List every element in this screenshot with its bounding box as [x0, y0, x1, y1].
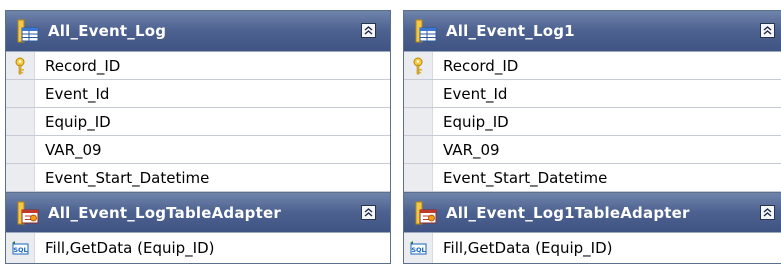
collapse-button[interactable] — [760, 205, 775, 220]
query-method: Fill,GetData (Equip_ID) — [45, 239, 215, 257]
collapse-chevrons-icon — [364, 26, 373, 35]
column-list: Record_ID Event_Id Equip_ID VAR_09 Event… — [6, 51, 390, 192]
column-name: Event_Start_Datetime — [443, 168, 608, 187]
column-list: Record_ID Event_Id Equip_ID VAR_09 Event… — [404, 51, 781, 192]
sql-query-icon: SQL — [12, 241, 29, 255]
dataset-table-panel[interactable]: All_Event_Log Record_ID Event_Id Equip_I… — [5, 10, 391, 264]
table-adapter-title: All_Event_LogTableAdapter — [48, 203, 281, 222]
column-name: Record_ID — [45, 56, 121, 75]
column-name: Equip_ID — [443, 112, 509, 131]
column-name: Event_Id — [443, 84, 508, 103]
dataset-table-panel[interactable]: All_Event_Log1 Record_ID Event_Id Equip_… — [403, 10, 781, 264]
column-row-equip-id[interactable]: Equip_ID — [404, 108, 781, 136]
query-row[interactable]: SQL Fill,GetData (Equip_ID) — [6, 233, 390, 263]
key-icon — [15, 57, 25, 74]
svg-text:SQL: SQL — [411, 246, 425, 254]
table-icon — [415, 19, 437, 43]
svg-text:SQL: SQL — [13, 246, 27, 254]
column-row-event-id[interactable]: Event_Id — [404, 80, 781, 108]
query-row[interactable]: SQL Fill,GetData (Equip_ID) — [404, 233, 781, 263]
column-row-var-09[interactable]: VAR_09 — [404, 136, 781, 164]
collapse-chevrons-icon — [763, 208, 772, 217]
collapse-button[interactable] — [760, 23, 775, 38]
table-adapter-title: All_Event_Log1TableAdapter — [446, 203, 690, 222]
column-row-event-start-datetime[interactable]: Event_Start_Datetime — [404, 164, 781, 192]
sql-query-icon: SQL — [410, 241, 427, 255]
column-name: Event_Start_Datetime — [45, 168, 210, 187]
table-title: All_Event_Log1 — [446, 22, 575, 40]
table-header[interactable]: All_Event_Log — [6, 11, 390, 51]
table-header[interactable]: All_Event_Log1 — [404, 11, 781, 51]
table-title: All_Event_Log — [48, 22, 167, 40]
column-name: Event_Id — [45, 84, 110, 103]
collapse-button[interactable] — [361, 205, 376, 220]
table-icon — [17, 19, 39, 43]
collapse-chevrons-icon — [364, 208, 373, 217]
column-name: VAR_09 — [443, 140, 500, 159]
column-row-event-id[interactable]: Event_Id — [6, 80, 390, 108]
column-name: Equip_ID — [45, 112, 111, 131]
table-adapter-header[interactable]: All_Event_LogTableAdapter — [6, 192, 390, 232]
table-adapter-header[interactable]: All_Event_Log1TableAdapter — [404, 192, 781, 232]
column-row-event-start-datetime[interactable]: Event_Start_Datetime — [6, 164, 390, 192]
collapse-button[interactable] — [361, 23, 376, 38]
table-adapter-icon — [17, 201, 39, 224]
key-icon — [413, 57, 423, 74]
column-row-record-id[interactable]: Record_ID — [404, 52, 781, 80]
collapse-chevrons-icon — [763, 26, 772, 35]
table-adapter-icon — [415, 201, 437, 224]
column-name: Record_ID — [443, 56, 519, 75]
column-row-equip-id[interactable]: Equip_ID — [6, 108, 390, 136]
column-row-record-id[interactable]: Record_ID — [6, 52, 390, 80]
query-method: Fill,GetData (Equip_ID) — [443, 239, 613, 257]
column-row-var-09[interactable]: VAR_09 — [6, 136, 390, 164]
column-name: VAR_09 — [45, 140, 102, 159]
